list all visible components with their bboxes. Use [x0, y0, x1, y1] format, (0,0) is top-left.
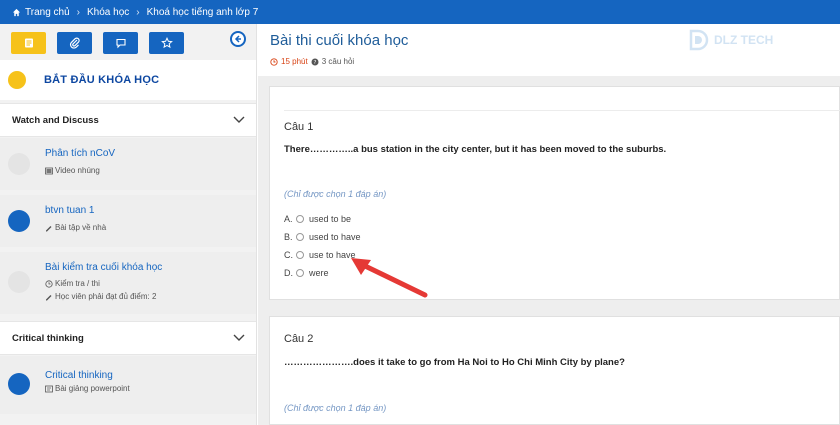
- attachment-icon: [69, 37, 80, 49]
- lesson-type-label: Bài tập về nhà: [55, 223, 107, 232]
- tab-favorites[interactable]: [149, 32, 184, 54]
- option-letter: B.: [284, 232, 293, 242]
- chevron-down-icon: [233, 116, 245, 123]
- radio-button[interactable]: [296, 251, 304, 259]
- question-text: There…………..a bus station in the city cen…: [284, 144, 667, 155]
- lesson-status-circle: [8, 210, 30, 232]
- option-letter: D.: [284, 268, 293, 278]
- option-text: used to be: [309, 214, 352, 224]
- lesson-item-final-exam[interactable]: Bài kiểm tra cuối khóa học Kiểm tra / th…: [0, 252, 256, 314]
- section-title: Critical thinking: [12, 332, 84, 344]
- annotation-arrow-icon: [351, 258, 428, 298]
- tab-notes[interactable]: [11, 32, 46, 54]
- home-icon[interactable]: [12, 8, 21, 17]
- question-circle-icon: ?: [311, 58, 319, 66]
- homework-icon: [46, 225, 52, 231]
- arrow-left-icon: [234, 35, 241, 43]
- lesson-type: Bài tập về nhà: [45, 223, 106, 232]
- breadcrumb-separator: ›: [76, 6, 80, 18]
- lesson-type: Bài giảng powerpoint: [45, 384, 130, 393]
- watermark-logo: DLZ TECH: [686, 28, 773, 52]
- section-critical-thinking[interactable]: Critical thinking: [0, 321, 256, 355]
- section-title: Watch and Discuss: [12, 114, 99, 126]
- lesson-type: Video nhúng: [45, 166, 100, 175]
- option-letter: C.: [284, 250, 293, 260]
- dlz-logo-icon: [689, 29, 709, 51]
- tab-comments[interactable]: [103, 32, 138, 54]
- course-start-label: BẮT ĐẦU KHÓA HỌC: [44, 74, 160, 86]
- chevron-down-icon: [233, 334, 245, 341]
- breadcrumb-home[interactable]: Trang chủ: [25, 7, 70, 18]
- answer-hint: (Chỉ được chọn 1 đáp án): [284, 189, 387, 199]
- option-a[interactable]: A. used to be: [284, 214, 351, 224]
- breadcrumb: Trang chủ › Khóa học › Khoá học tiếng an…: [0, 0, 840, 24]
- lesson-type-label: Video nhúng: [55, 166, 100, 175]
- page-title: Bài thi cuối khóa học: [270, 32, 409, 49]
- breadcrumb-courses[interactable]: Khóa học: [87, 7, 129, 18]
- lesson-item-btvn-tuan-1[interactable]: btvn tuan 1 Bài tập về nhà: [0, 195, 256, 247]
- answer-hint: (Chỉ được chọn 1 đáp án): [284, 403, 387, 413]
- question-text: ………………….does it take to go from Ha Noi t…: [284, 357, 625, 368]
- exam-header: Bài thi cuối khóa học 15 phút ? 3 câu hỏ…: [258, 24, 840, 76]
- course-start-item[interactable]: BẮT ĐẦU KHÓA HỌC: [0, 60, 256, 100]
- svg-text:?: ?: [313, 60, 316, 66]
- lesson-requirement-label: Học viên phải đạt đủ điểm: 2: [55, 292, 157, 301]
- sidebar-tabs: [11, 32, 184, 54]
- breadcrumb-separator: ›: [136, 6, 140, 18]
- logo-text: DLZ TECH: [714, 33, 774, 47]
- option-d[interactable]: D. were: [284, 268, 329, 278]
- comment-icon: [115, 38, 126, 49]
- option-text: used to have: [309, 232, 361, 242]
- radio-button[interactable]: [296, 233, 304, 241]
- clock-icon: [270, 57, 278, 66]
- question-card-2: Câu 2 ………………….does it take to go from Ha…: [269, 316, 840, 425]
- video-icon: [45, 167, 53, 174]
- note-icon: [24, 38, 33, 48]
- question-label: Câu 2: [284, 333, 314, 345]
- section-watch-and-discuss[interactable]: Watch and Discuss: [0, 103, 256, 137]
- lesson-title: Bài kiểm tra cuối khóa học: [45, 262, 163, 273]
- exam-stats: 15 phút ? 3 câu hỏi: [270, 57, 354, 66]
- pencil-icon: [46, 294, 52, 300]
- main-content: Bài thi cuối khóa học 15 phút ? 3 câu hỏ…: [258, 24, 840, 425]
- lesson-status-circle: [8, 271, 30, 293]
- slides-icon: [45, 385, 53, 392]
- radio-button[interactable]: [296, 215, 304, 223]
- lesson-type-label: Kiểm tra / thi: [55, 279, 100, 288]
- option-text: were: [309, 268, 329, 278]
- exam-duration: 15 phút: [281, 57, 308, 66]
- lesson-status-circle: [8, 153, 30, 175]
- lesson-item-phan-tich-ncov[interactable]: Phân tích nCoV Video nhúng: [0, 138, 256, 190]
- radio-button[interactable]: [296, 269, 304, 277]
- start-status-dot: [8, 71, 26, 89]
- option-letter: A.: [284, 214, 293, 224]
- lesson-requirement: Học viên phải đạt đủ điểm: 2: [45, 292, 156, 301]
- card-divider: [284, 110, 840, 111]
- tab-attachments[interactable]: [57, 32, 92, 54]
- lesson-type-label: Bài giảng powerpoint: [55, 384, 130, 393]
- option-b[interactable]: B. used to have: [284, 232, 361, 242]
- star-icon: [160, 37, 173, 49]
- lesson-type: Kiểm tra / thi: [45, 279, 100, 288]
- collapse-sidebar-button[interactable]: [230, 31, 246, 47]
- breadcrumb-current-course[interactable]: Khoá học tiếng anh lớp 7: [147, 7, 259, 18]
- exam-question-count: 3 câu hỏi: [321, 57, 355, 66]
- lesson-status-circle: [8, 373, 30, 395]
- lesson-title: Phân tích nCoV: [45, 148, 116, 159]
- lesson-item-critical-thinking[interactable]: Critical thinking Bài giảng powerpoint: [0, 356, 256, 414]
- lesson-title: btvn tuan 1: [45, 205, 95, 216]
- question-label: Câu 1: [284, 121, 314, 133]
- clock-icon: [45, 279, 53, 288]
- lesson-title: Critical thinking: [45, 370, 113, 381]
- course-sidebar: BẮT ĐẦU KHÓA HỌC Watch and Discuss Phân …: [0, 24, 257, 425]
